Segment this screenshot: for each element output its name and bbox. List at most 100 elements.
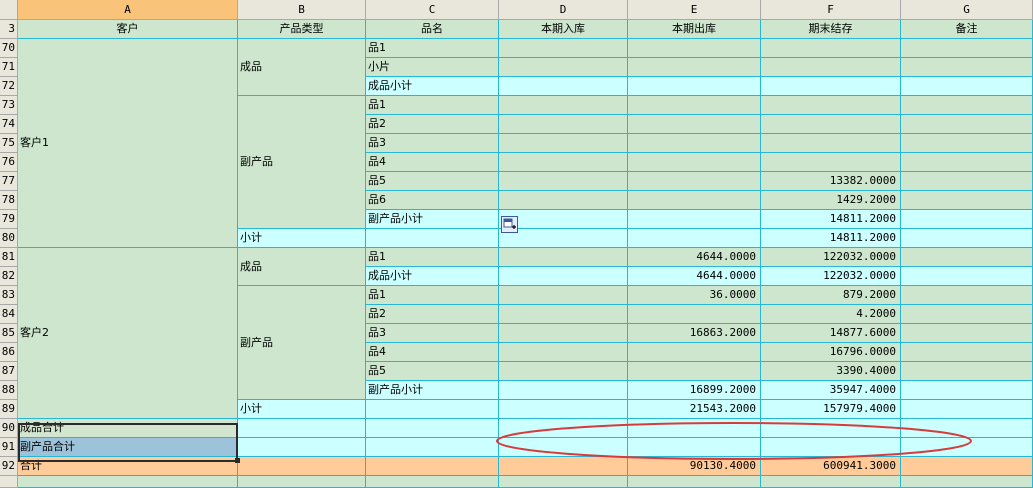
select-all-corner[interactable] [0, 0, 18, 20]
product-name-cell[interactable]: 品3 [366, 324, 499, 343]
stock-in-cell[interactable] [499, 39, 628, 58]
table-header-cell[interactable]: 本期入库 [499, 20, 628, 39]
stock-in-cell[interactable] [499, 96, 628, 115]
row-header[interactable]: 73 [0, 96, 18, 115]
ending-balance-cell[interactable]: 879.2000 [761, 286, 901, 305]
stock-in-cell[interactable] [499, 305, 628, 324]
stock-in-cell[interactable] [499, 248, 628, 267]
stock-out-cell[interactable] [628, 305, 761, 324]
stock-in-cell[interactable] [499, 286, 628, 305]
empty-cell[interactable] [238, 438, 366, 457]
product-name-cell[interactable]: 品4 [366, 343, 499, 362]
total-label-cell[interactable]: 副产品合计 [18, 438, 238, 457]
customer-cell[interactable]: 客户2 [18, 248, 238, 419]
empty-cell[interactable] [238, 419, 366, 438]
remark-cell[interactable] [901, 191, 1033, 210]
product-name-cell[interactable]: 品5 [366, 362, 499, 381]
row-header[interactable]: 74 [0, 115, 18, 134]
remark-cell[interactable] [901, 343, 1033, 362]
remark-cell[interactable] [901, 229, 1033, 248]
table-header-cell[interactable]: 品名 [366, 20, 499, 39]
row-header[interactable]: 75 [0, 134, 18, 153]
stock-in-cell[interactable] [499, 134, 628, 153]
product-name-cell[interactable]: 品2 [366, 115, 499, 134]
stock-in-cell[interactable] [499, 267, 628, 286]
remark-cell[interactable] [901, 324, 1033, 343]
stock-in-cell[interactable] [499, 457, 628, 476]
product-name-cell[interactable]: 品2 [366, 305, 499, 324]
remark-cell[interactable] [901, 419, 1033, 438]
stock-in-cell[interactable] [499, 229, 628, 248]
column-header-f[interactable]: F [761, 0, 901, 20]
row-header[interactable]: 80 [0, 229, 18, 248]
ending-balance-cell[interactable] [761, 153, 901, 172]
remark-cell[interactable] [901, 286, 1033, 305]
row-header[interactable]: 88 [0, 381, 18, 400]
row-header[interactable]: 91 [0, 438, 18, 457]
stock-in-cell[interactable] [499, 400, 628, 419]
stock-out-cell[interactable] [628, 362, 761, 381]
table-header-cell[interactable]: 本期出库 [628, 20, 761, 39]
table-header-cell[interactable]: 期末结存 [761, 20, 901, 39]
stock-out-cell[interactable] [628, 115, 761, 134]
ending-balance-cell[interactable]: 122032.0000 [761, 248, 901, 267]
stock-out-cell[interactable] [628, 153, 761, 172]
ending-balance-cell[interactable] [761, 134, 901, 153]
product-type-cell[interactable]: 成品 [238, 39, 366, 96]
stock-out-cell[interactable]: 36.0000 [628, 286, 761, 305]
product-name-cell[interactable]: 品1 [366, 248, 499, 267]
stock-in-cell[interactable] [499, 58, 628, 77]
remark-cell[interactable] [901, 115, 1033, 134]
product-name-cell[interactable]: 成品小计 [366, 267, 499, 286]
stock-in-cell[interactable] [499, 77, 628, 96]
stock-out-cell[interactable]: 16899.2000 [628, 381, 761, 400]
stock-out-cell[interactable]: 16863.2000 [628, 324, 761, 343]
ending-balance-cell[interactable]: 16796.0000 [761, 343, 901, 362]
ending-balance-cell[interactable]: 4.2000 [761, 305, 901, 324]
ending-balance-cell[interactable]: 600941.3000 [761, 457, 901, 476]
product-name-cell[interactable]: 品3 [366, 134, 499, 153]
column-header-c[interactable]: C [366, 0, 499, 20]
table-header-cell[interactable]: 备注 [901, 20, 1033, 39]
remark-cell[interactable] [901, 400, 1033, 419]
column-header-g[interactable]: G [901, 0, 1033, 20]
ending-balance-cell[interactable]: 35947.4000 [761, 381, 901, 400]
row-header[interactable]: 77 [0, 172, 18, 191]
remark-cell[interactable] [901, 153, 1033, 172]
stock-in-cell[interactable] [499, 438, 628, 457]
stock-out-cell[interactable]: 90130.4000 [628, 457, 761, 476]
remark-cell[interactable] [901, 134, 1033, 153]
stock-in-cell[interactable] [499, 343, 628, 362]
subtotal-label-cell[interactable]: 小计 [238, 400, 366, 419]
ending-balance-cell[interactable] [761, 96, 901, 115]
product-type-cell[interactable]: 副产品 [238, 286, 366, 400]
remark-cell[interactable] [901, 58, 1033, 77]
row-header[interactable]: 85 [0, 324, 18, 343]
stock-out-cell[interactable]: 4644.0000 [628, 248, 761, 267]
remark-cell[interactable] [901, 305, 1033, 324]
row-header[interactable]: 92 [0, 457, 18, 476]
row-header[interactable]: 87 [0, 362, 18, 381]
row-header[interactable]: 76 [0, 153, 18, 172]
column-header-e[interactable]: E [628, 0, 761, 20]
paste-options-icon[interactable] [501, 216, 518, 233]
product-name-cell[interactable] [366, 419, 499, 438]
stock-out-cell[interactable] [628, 172, 761, 191]
remark-cell[interactable] [901, 381, 1033, 400]
total-label-cell[interactable]: 成品合计 [18, 419, 238, 438]
row-header[interactable]: 83 [0, 286, 18, 305]
stock-in-cell[interactable] [499, 419, 628, 438]
remark-cell[interactable] [901, 96, 1033, 115]
remark-cell[interactable] [901, 210, 1033, 229]
stock-out-cell[interactable] [628, 191, 761, 210]
remark-cell[interactable] [901, 362, 1033, 381]
row-header[interactable]: 86 [0, 343, 18, 362]
product-name-cell[interactable]: 品4 [366, 153, 499, 172]
ending-balance-cell[interactable]: 13382.0000 [761, 172, 901, 191]
product-type-cell[interactable]: 成品 [238, 248, 366, 286]
stock-in-cell[interactable] [499, 153, 628, 172]
stock-out-cell[interactable] [628, 96, 761, 115]
subtotal-label-cell[interactable]: 小计 [238, 229, 366, 248]
stock-out-cell[interactable] [628, 58, 761, 77]
ending-balance-cell[interactable] [761, 115, 901, 134]
